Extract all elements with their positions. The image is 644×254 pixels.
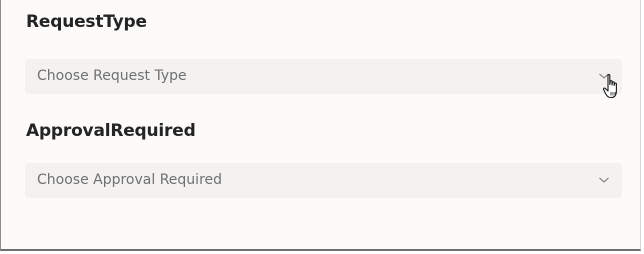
hand-pointer-cursor-icon <box>602 74 617 99</box>
request-type-placeholder: Choose Request Type <box>37 68 187 84</box>
form-panel: RequestType Choose Request Type Approval… <box>0 0 641 251</box>
approval-required-dropdown[interactable]: Choose Approval Required <box>25 163 622 198</box>
chevron-down-icon <box>599 177 609 183</box>
request-type-dropdown[interactable]: Choose Request Type <box>25 59 622 94</box>
approval-required-label: ApprovalRequired <box>26 121 196 141</box>
request-type-label: RequestType <box>26 12 147 32</box>
approval-required-placeholder: Choose Approval Required <box>37 172 223 188</box>
